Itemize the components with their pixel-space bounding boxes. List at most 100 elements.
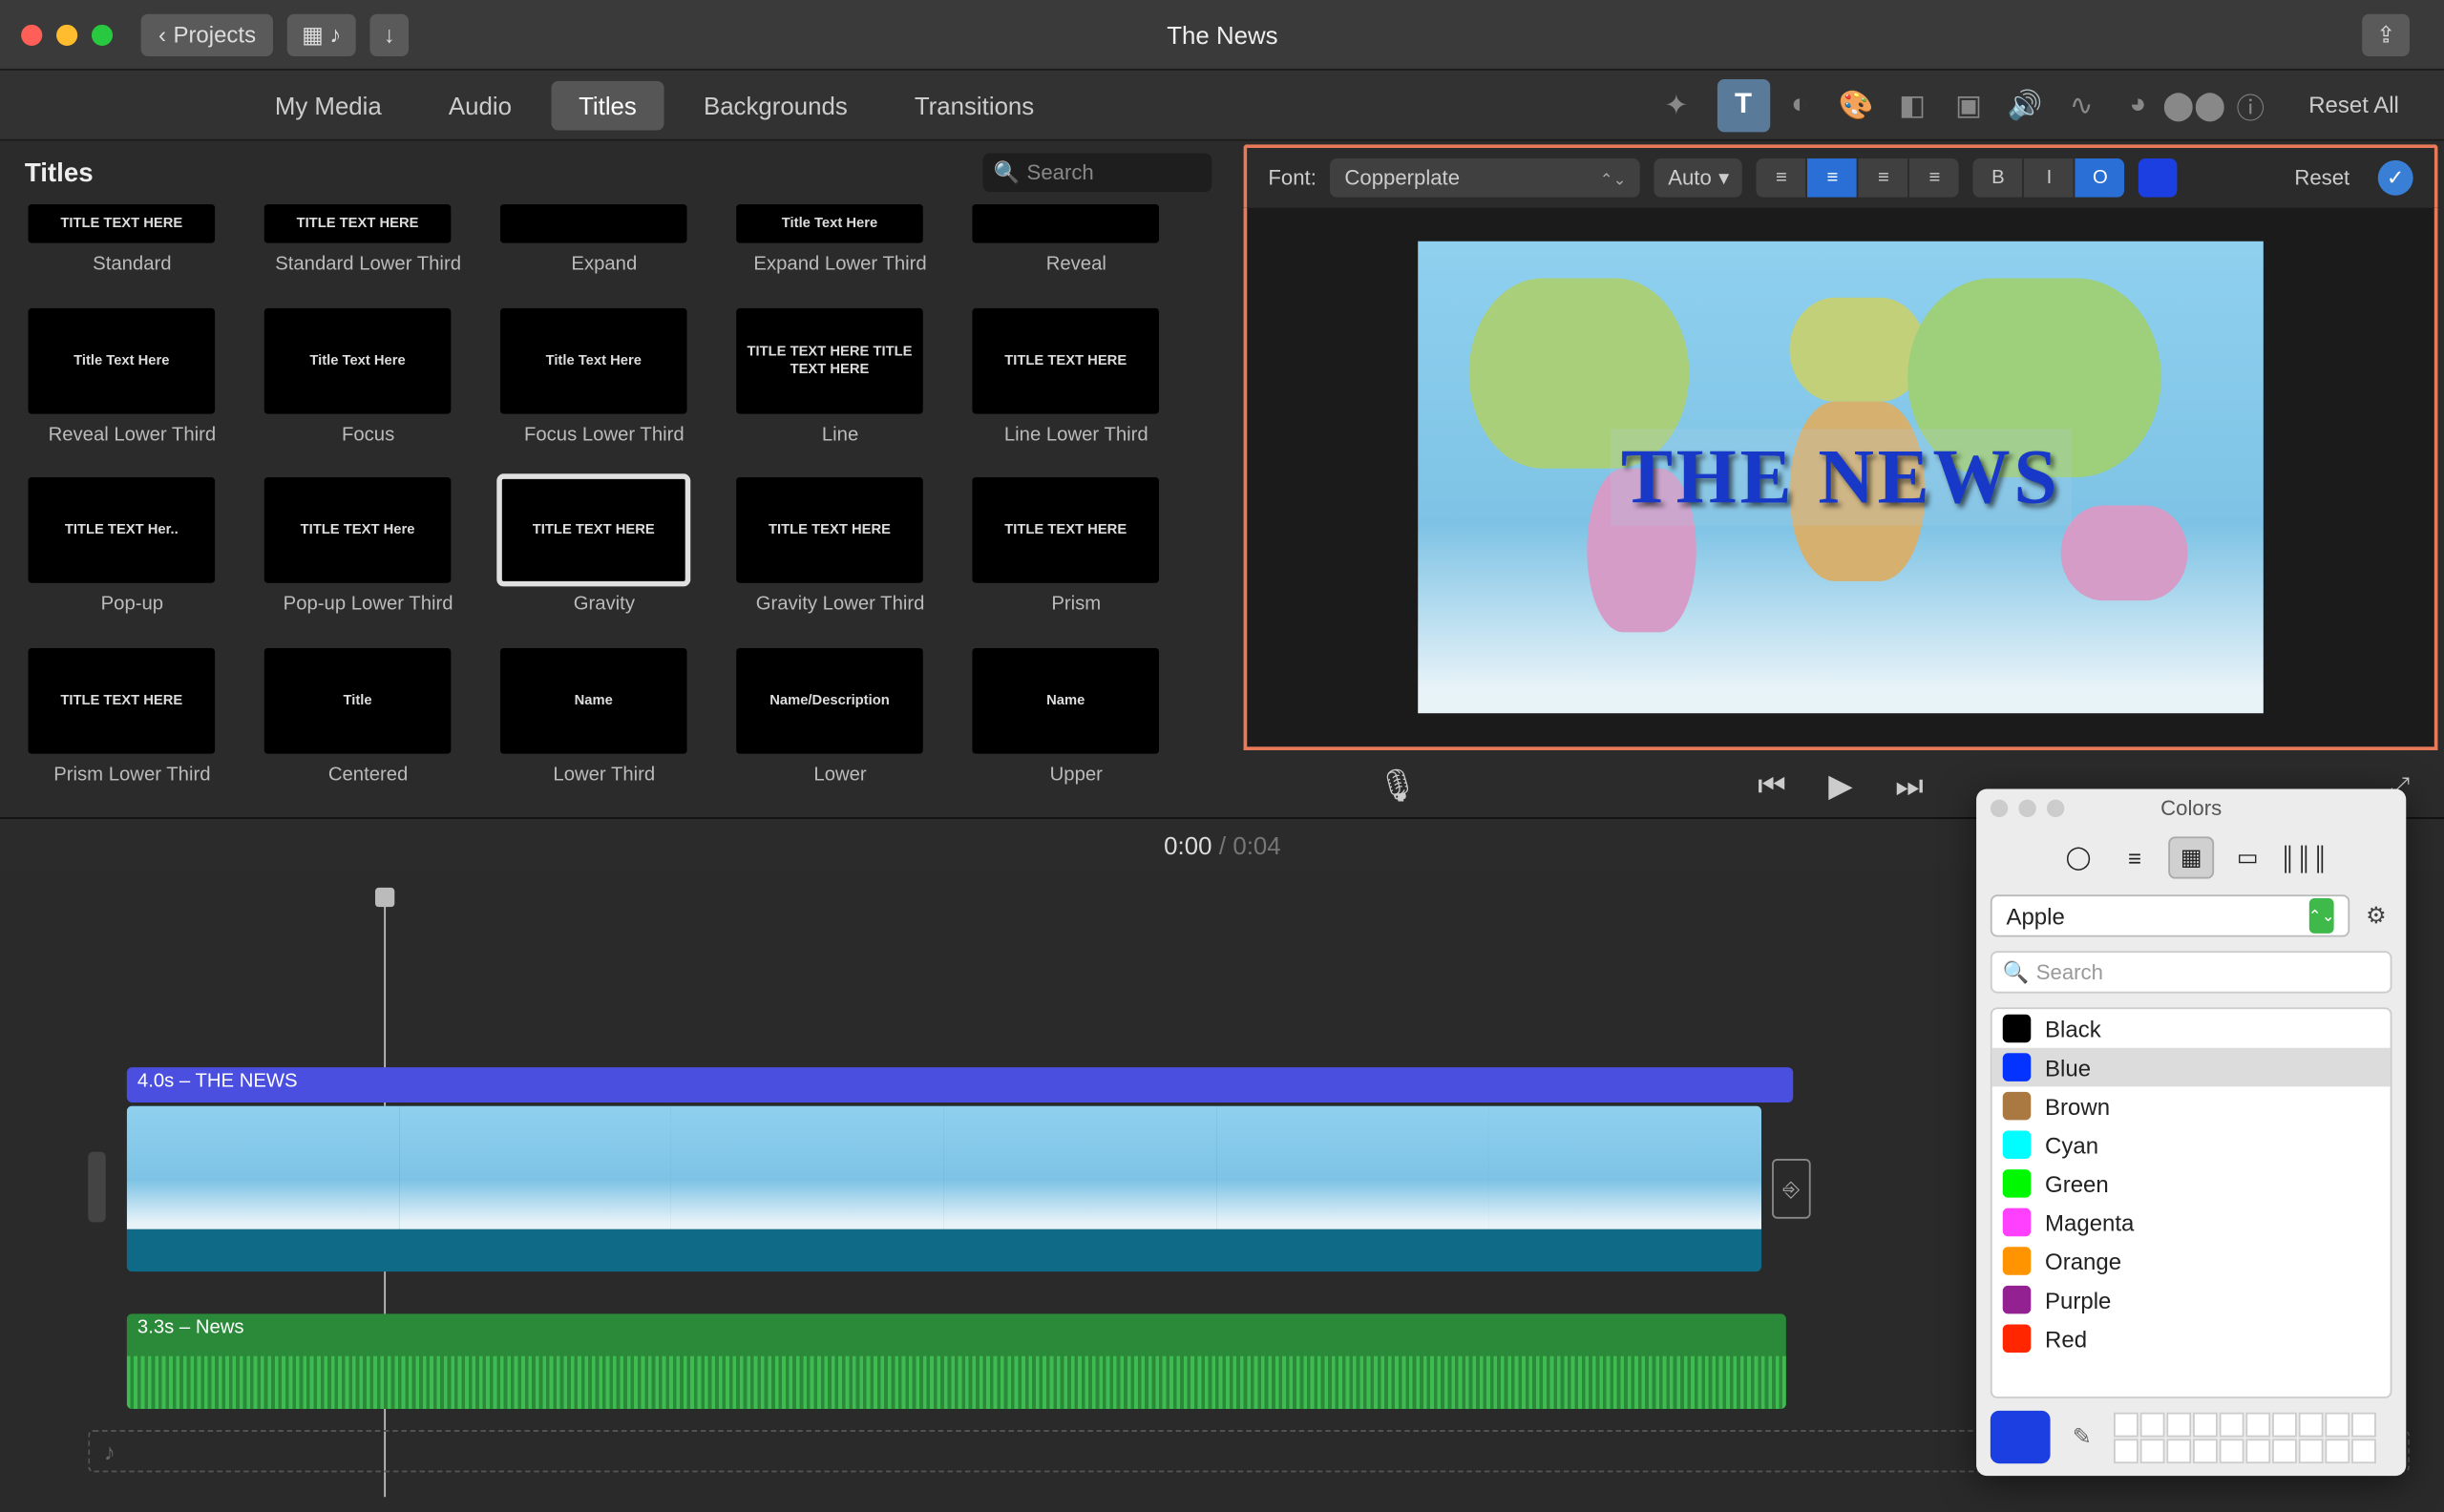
title-tile[interactable]: Reveal <box>972 204 1180 289</box>
close-window-button[interactable] <box>21 24 42 45</box>
color-list-item[interactable]: Cyan <box>1992 1125 2391 1165</box>
title-tile[interactable]: TITLE TEXT HEREStandard <box>29 204 237 289</box>
title-tile[interactable]: TITLE TEXT HEREGravity Lower Third <box>736 477 944 630</box>
voiceover-icon[interactable]: 🎙 <box>1378 766 1418 804</box>
import-media-button[interactable]: ▦ ♪ <box>287 13 355 55</box>
tab-titles[interactable]: Titles <box>551 80 665 130</box>
color-search-input[interactable]: 🔍 Search <box>1991 951 2392 993</box>
palette-gear-icon[interactable]: ⚙ <box>2360 900 2391 932</box>
color-palettes-tab[interactable]: ▦ <box>2168 836 2214 878</box>
color-list-item[interactable]: Green <box>1992 1165 2391 1204</box>
text-inspector-icon[interactable]: T <box>1717 78 1769 131</box>
minimize-window-button[interactable] <box>56 24 77 45</box>
tab-audio[interactable]: Audio <box>420 80 539 130</box>
color-sliders-tab[interactable]: ≡ <box>2112 836 2158 878</box>
color-list-item[interactable]: Orange <box>1992 1242 2391 1281</box>
bold-button[interactable]: B <box>1973 158 2023 198</box>
share-button[interactable]: ⇪ <box>2362 13 2410 55</box>
title-tile[interactable]: TITLE TEXT HEREGravity <box>500 477 708 630</box>
noise-reduction-icon[interactable]: ∿ <box>2055 78 2108 131</box>
align-left-button[interactable]: ≡ <box>1757 158 1806 198</box>
speed-icon[interactable]: ◕ <box>2112 78 2164 131</box>
title-tile[interactable]: TITLE TEXT HEREPrism <box>972 477 1180 630</box>
title-tile[interactable]: TITLE TEXT HerePop-up Lower Third <box>264 477 473 630</box>
reset-all-button[interactable]: Reset All <box>2308 92 2399 118</box>
title-tile[interactable]: TITLE TEXT HERELine Lower Third <box>972 307 1180 460</box>
titles-browser: Titles 🔍 Search TITLE TEXT HEREStandardT… <box>0 141 1236 817</box>
title-tile[interactable]: Name/DescriptionLower <box>736 647 944 800</box>
next-frame-button[interactable]: ⏭ <box>1895 766 1924 804</box>
color-correction-icon[interactable]: 🎨 <box>1829 78 1882 131</box>
color-list[interactable]: BlackBlueBrownCyanGreenMagentaOrange Purp… <box>1991 1007 2392 1398</box>
play-button[interactable]: ▶ <box>1828 766 1853 804</box>
current-color-swatch[interactable] <box>1991 1411 2051 1463</box>
search-input[interactable]: 🔍 Search <box>983 154 1212 193</box>
crop-icon[interactable]: ◧ <box>1886 78 1938 131</box>
title-clip[interactable]: 4.0s – THE NEWS <box>127 1067 1793 1102</box>
font-label: Font: <box>1268 165 1316 190</box>
title-thumbnail: Name <box>500 647 687 753</box>
color-list-item[interactable]: Brown <box>1992 1086 2391 1125</box>
apply-check-button[interactable]: ✓ <box>2378 160 2413 196</box>
title-tile-label: Line Lower Third <box>972 424 1180 449</box>
font-select[interactable]: Copperplate <box>1331 158 1641 198</box>
download-button[interactable]: ↓ <box>369 13 410 55</box>
eyedropper-icon[interactable]: ✎ <box>2064 1423 2099 1452</box>
back-label: Projects <box>173 21 256 48</box>
color-list-item[interactable]: Blue <box>1992 1048 2391 1087</box>
pencils-tab[interactable]: ║║║ <box>2281 836 2327 878</box>
preview-canvas[interactable]: THE NEWS <box>1418 242 2264 713</box>
tab-transitions[interactable]: Transitions <box>886 80 1062 130</box>
color-name: Purple <box>2045 1287 2111 1313</box>
title-tile[interactable]: NameUpper <box>972 647 1180 800</box>
text-color-swatch[interactable] <box>2138 158 2178 198</box>
title-tile[interactable]: TITLE TEXT HERE TITLE TEXT HERELine <box>736 307 944 460</box>
color-wells[interactable] <box>2114 1412 2392 1463</box>
video-clip[interactable] <box>127 1106 1761 1271</box>
info-icon[interactable]: ⓘ <box>2224 78 2277 131</box>
title-tile[interactable]: Expand <box>500 204 708 289</box>
align-justify-button[interactable]: ≡ <box>1910 158 1960 198</box>
color-list-item[interactable]: Purple <box>1992 1280 2391 1319</box>
color-wheel-tab[interactable]: ◯ <box>2055 836 2101 878</box>
back-to-projects-button[interactable]: ‹ Projects <box>141 13 274 55</box>
title-tile[interactable]: TitleCentered <box>264 647 473 800</box>
title-tile[interactable]: TITLE TEXT HEREPrism Lower Third <box>29 647 237 800</box>
viewer-reset-button[interactable]: Reset <box>2294 165 2349 190</box>
align-right-button[interactable]: ≡ <box>1859 158 1908 198</box>
image-palettes-tab[interactable]: ▭ <box>2224 836 2270 878</box>
outline-button[interactable]: O <box>2075 158 2125 198</box>
title-tile[interactable]: Title Text HereFocus <box>264 307 473 460</box>
title-thumbnail: Title Text Here <box>264 307 452 413</box>
title-tile[interactable]: TITLE TEXT HEREStandard Lower Third <box>264 204 473 289</box>
size-select[interactable]: Auto ▾ <box>1654 158 1742 198</box>
enhance-icon[interactable]: ✦ <box>1650 78 1702 131</box>
title-tile[interactable]: TITLE TEXT Her..Pop-up <box>29 477 237 630</box>
title-tile[interactable]: NameLower Third <box>500 647 708 800</box>
tab-my-media[interactable]: My Media <box>246 80 410 130</box>
color-name: Red <box>2045 1325 2087 1352</box>
colors-panel[interactable]: Colors ◯ ≡ ▦ ▭ ║║║ Apple ⌃⌄ ⚙ 🔍 Search B… <box>1976 789 2406 1477</box>
fullscreen-window-button[interactable] <box>92 24 113 45</box>
audio-clip[interactable]: 3.3s – News <box>127 1313 1786 1409</box>
title-tile[interactable]: Title Text HereReveal Lower Third <box>29 307 237 460</box>
tab-backgrounds[interactable]: Backgrounds <box>675 80 875 130</box>
stabilize-icon[interactable]: ▣ <box>1942 78 1994 131</box>
clip-filter-icon[interactable]: ⬤⬤ <box>2168 78 2221 131</box>
color-balance-icon[interactable]: ◐ <box>1773 78 1825 131</box>
search-icon: 🔍 <box>994 160 1021 185</box>
volume-icon[interactable]: 🔊 <box>1998 78 2051 131</box>
title-text[interactable]: THE NEWS <box>1611 429 2071 525</box>
align-center-button[interactable]: ≡ <box>1808 158 1858 198</box>
color-list-item[interactable]: Black <box>1992 1009 2391 1048</box>
palette-select[interactable]: Apple ⌃⌄ <box>1991 894 2349 936</box>
color-list-item[interactable]: Red <box>1992 1319 2391 1358</box>
timeline-drag-handle[interactable] <box>88 1152 105 1223</box>
title-tile[interactable]: Title Text HereFocus Lower Third <box>500 307 708 460</box>
title-tile-label: Pop-up <box>29 594 237 619</box>
clip-end-marker[interactable]: ⎆ <box>1772 1159 1811 1219</box>
italic-button[interactable]: I <box>2025 158 2075 198</box>
title-tile[interactable]: Title Text HereExpand Lower Third <box>736 204 944 289</box>
prev-frame-button[interactable]: ⏮ <box>1758 766 1786 804</box>
color-list-item[interactable]: Magenta <box>1992 1203 2391 1242</box>
